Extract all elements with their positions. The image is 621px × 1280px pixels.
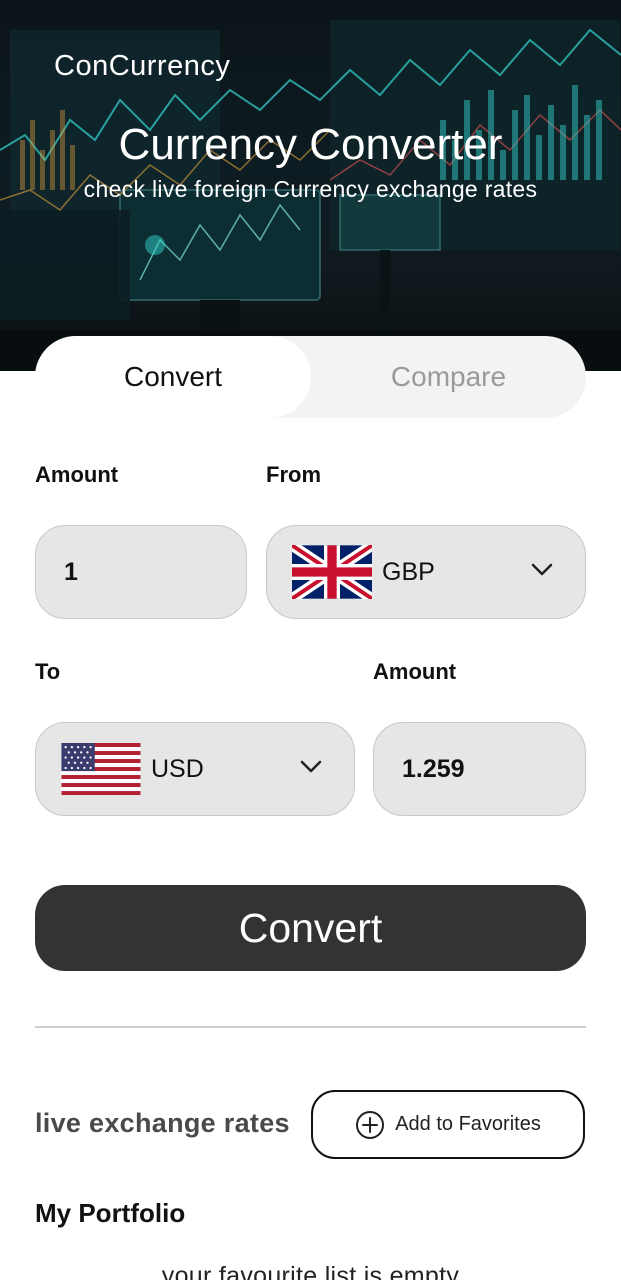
portfolio-title: My Portfolio: [35, 1198, 186, 1228]
chevron-down-icon: [531, 563, 553, 576]
add-to-favorites-label: Add to Favorites: [395, 1113, 541, 1135]
app-name: ConCurrency: [54, 50, 231, 82]
result-amount-value: 1.259: [402, 754, 465, 783]
add-to-favorites-button[interactable]: Add to Favorites: [311, 1090, 585, 1159]
live-rates-label: live exchange rates: [35, 1108, 290, 1138]
from-label: From: [266, 462, 321, 487]
result-amount-field[interactable]: 1.259: [373, 722, 586, 816]
amount-input[interactable]: 1: [35, 525, 247, 619]
mode-tabs: Convert Compare: [35, 336, 586, 418]
page-subtitle: check live foreign Currency exchange rat…: [83, 176, 538, 202]
tab-convert[interactable]: Convert: [35, 336, 311, 418]
hero-banner: ConCurrency Currency Converter check liv…: [0, 0, 621, 371]
tab-compare[interactable]: Compare: [311, 336, 586, 418]
amount-value: 1: [64, 557, 78, 586]
from-currency-select[interactable]: GBP: [266, 525, 586, 619]
to-currency-code: USD: [151, 754, 204, 783]
chevron-down-icon: [300, 760, 322, 773]
page-title: Currency Converter: [118, 120, 503, 169]
plus-circle-icon: [356, 1110, 385, 1139]
us-flag-icon: [61, 743, 141, 795]
to-label: To: [35, 659, 61, 684]
section-divider: [35, 1026, 586, 1028]
from-currency-code: GBP: [382, 557, 435, 586]
empty-favorites-message: your favourite list is empty: [161, 1262, 460, 1280]
to-currency-select[interactable]: USD: [35, 722, 355, 816]
uk-flag-icon: [292, 545, 372, 599]
result-amount-label: Amount: [373, 659, 457, 684]
amount-label: Amount: [35, 462, 119, 487]
convert-button[interactable]: Convert: [35, 885, 586, 971]
